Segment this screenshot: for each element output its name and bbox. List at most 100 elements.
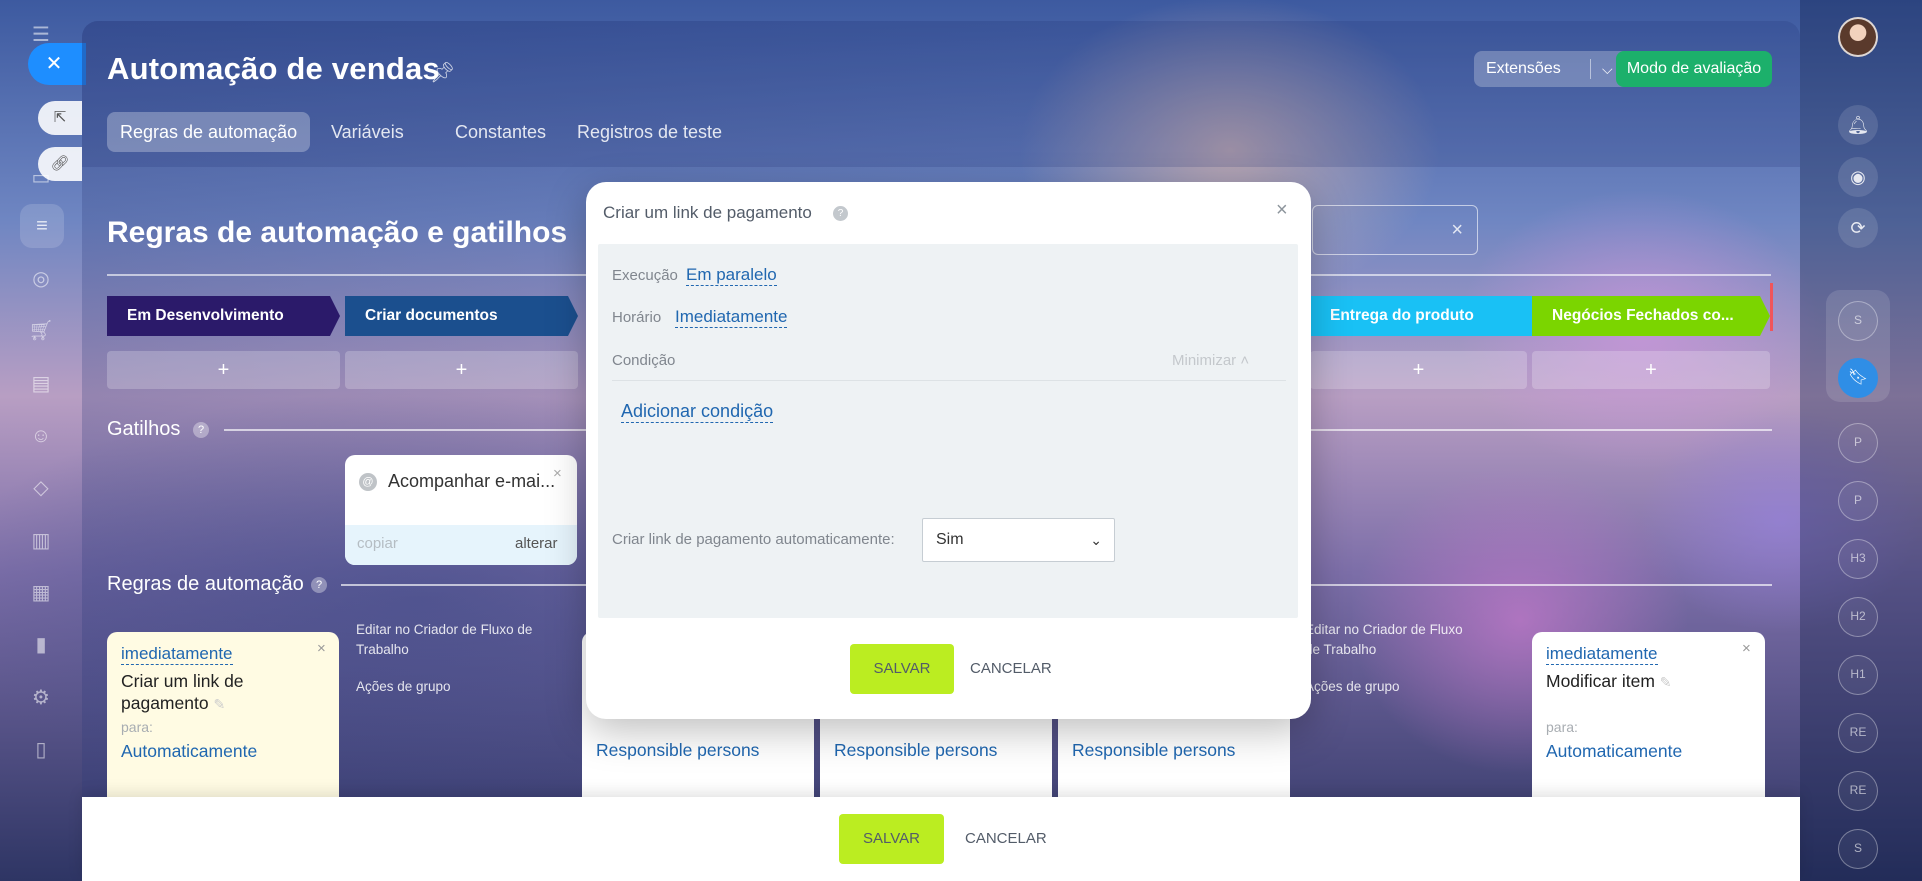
extensions-label: Extensões: [1486, 60, 1561, 77]
edit-in-designer-link[interactable]: Editar no Criador de Fluxo de Trabalho: [356, 620, 546, 660]
time-link[interactable]: Imediatamente: [675, 306, 788, 328]
close-icon[interactable]: ×: [317, 640, 326, 657]
extensions-button[interactable]: Extensões ⌵: [1474, 51, 1632, 87]
close-icon[interactable]: ×: [553, 465, 562, 482]
rule-card[interactable]: imediatamente Criar um link de pagamento…: [107, 632, 339, 822]
rule-timing-link[interactable]: imediatamente: [121, 644, 233, 665]
tab-constants[interactable]: Constantes: [455, 112, 546, 152]
rule-card[interactable]: imediatamente Modificar item ✎ para: Aut…: [1532, 632, 1765, 822]
chart-icon[interactable]: ▮: [28, 632, 54, 658]
minimize-toggle[interactable]: Minimizar ˄: [1172, 352, 1249, 369]
group-actions-link[interactable]: Ações de grupo: [356, 677, 451, 697]
help-icon[interactable]: ?: [193, 422, 209, 438]
rule-for-label: para:: [121, 719, 153, 735]
tab-rules[interactable]: Regras de automação: [107, 112, 311, 152]
search-input[interactable]: ×: [1312, 205, 1478, 255]
divider: [1310, 584, 1772, 586]
pencil-icon[interactable]: ✎: [213, 696, 225, 712]
add-condition-link[interactable]: Adicionar condição: [621, 400, 774, 423]
execution-mode-link[interactable]: Em paralelo: [686, 264, 777, 286]
save-button[interactable]: SALVAR: [839, 814, 944, 864]
robot-icon[interactable]: ☺: [28, 423, 54, 449]
responsible-link[interactable]: Responsible persons: [596, 740, 759, 761]
chat-badge[interactable]: RE: [1838, 771, 1878, 811]
stage-closed-deals[interactable]: Negócios Fechados co...: [1532, 296, 1770, 336]
document-icon[interactable]: ▯: [28, 737, 54, 763]
cancel-button[interactable]: CANCELAR: [965, 814, 1047, 864]
auto-link-value: Sim: [936, 531, 964, 548]
copy-link[interactable]: copiar: [357, 535, 398, 552]
add-rule-button[interactable]: +: [107, 351, 340, 389]
recent-badge[interactable]: S: [1838, 301, 1878, 341]
add-rule-button[interactable]: +: [1310, 351, 1527, 389]
pin-icon[interactable]: 📌︎: [430, 60, 455, 85]
cart-icon[interactable]: 🛒︎: [28, 318, 54, 344]
bell-icon[interactable]: 🔔︎: [1838, 105, 1878, 145]
rule-name: Modificar item ✎: [1546, 670, 1746, 693]
chat-badge[interactable]: RE: [1838, 713, 1878, 753]
chevron-down-icon[interactable]: ⌵: [1602, 51, 1613, 87]
stage-create-documents[interactable]: Criar documentos: [345, 296, 578, 336]
bottom-action-bar: SALVAR CANCELAR: [82, 797, 1800, 881]
chat-badge[interactable]: S: [1838, 829, 1878, 869]
triggers-title: Gatilhos: [107, 418, 181, 440]
crm-funnel-icon[interactable]: ≡: [20, 204, 64, 248]
chevron-up-icon: ˄: [1240, 352, 1250, 369]
contact-card-icon[interactable]: ▤: [28, 371, 54, 397]
divider: [612, 380, 1286, 381]
rule-timing-link[interactable]: imediatamente: [1546, 644, 1658, 665]
box-icon[interactable]: ◇: [28, 475, 54, 501]
building-icon[interactable]: ▥: [28, 528, 54, 554]
pencil-icon[interactable]: ✎: [1660, 674, 1672, 690]
responsible-link[interactable]: Responsible persons: [1072, 740, 1235, 761]
chat-badge[interactable]: P: [1838, 423, 1878, 463]
condition-label: Condição: [612, 352, 676, 369]
dialog-cancel-button[interactable]: CANCELAR: [970, 644, 1052, 694]
evaluation-mode-button[interactable]: Modo de avaliação: [1616, 51, 1772, 87]
stage-end-marker: [1770, 283, 1773, 331]
chat-badge[interactable]: H3: [1838, 539, 1878, 579]
chat-badge[interactable]: H1: [1838, 655, 1878, 695]
responsible-link[interactable]: Responsible persons: [834, 740, 997, 761]
trigger-name: Acompanhar e-mai...: [388, 471, 556, 491]
execution-label: Execução: [612, 267, 678, 284]
edit-in-designer-link[interactable]: Editar no Criador de Fluxo de Trabalho: [1305, 620, 1480, 660]
minimize-label: Minimizar: [1172, 352, 1237, 369]
help-icon[interactable]: ?: [833, 206, 848, 221]
section-title: Regras de automação e gatilhos: [107, 216, 568, 249]
rule-value: Automaticamente: [121, 741, 258, 761]
open-new-window-button[interactable]: ⇱: [38, 101, 82, 135]
add-rule-button[interactable]: +: [1532, 351, 1770, 389]
help-icon[interactable]: ?: [311, 577, 327, 593]
close-icon[interactable]: ×: [1276, 199, 1288, 222]
clear-icon[interactable]: ×: [1451, 219, 1463, 241]
change-link[interactable]: alterar: [515, 535, 558, 552]
add-rule-button[interactable]: +: [345, 351, 578, 389]
chat-badge[interactable]: P: [1838, 481, 1878, 521]
stage-product-delivery[interactable]: Entrega do produto: [1310, 296, 1543, 336]
auto-link-label: Criar link de pagamento automaticamente:: [612, 531, 895, 548]
time-label: Horário: [612, 309, 662, 326]
dialog-save-button[interactable]: SALVAR: [850, 644, 954, 694]
email-icon: @: [359, 473, 377, 491]
rule-name: Criar um link de pagamento ✎: [121, 670, 311, 715]
bookmark-icon[interactable]: 🔖︎: [1838, 358, 1878, 398]
divider: [1310, 429, 1772, 431]
close-slider-button[interactable]: ✕: [28, 43, 86, 85]
dialog-body: Execução Em paralelo Horário Imediatamen…: [598, 244, 1298, 618]
target-icon[interactable]: ◎: [28, 266, 54, 292]
tab-test-logs[interactable]: Registros de teste: [577, 112, 722, 152]
schedule-icon[interactable]: ▦: [28, 580, 54, 606]
tab-variables[interactable]: Variáveis: [331, 112, 404, 152]
copy-link-button[interactable]: 🔗︎: [38, 147, 82, 181]
avatar[interactable]: [1838, 17, 1878, 57]
copilot-icon[interactable]: ◉: [1838, 157, 1878, 197]
auto-link-select[interactable]: Sim ⌄: [922, 518, 1115, 562]
settings-icon[interactable]: ⚙: [28, 685, 54, 711]
stage-development[interactable]: Em Desenvolvimento: [107, 296, 340, 336]
group-actions-link[interactable]: Ações de grupo: [1305, 677, 1400, 697]
chat-badge[interactable]: H2: [1838, 597, 1878, 637]
sync-icon[interactable]: ⟳: [1838, 208, 1878, 248]
close-icon[interactable]: ×: [1742, 640, 1751, 657]
trigger-card[interactable]: @ Acompanhar e-mai... × copiar alterar: [345, 455, 577, 565]
